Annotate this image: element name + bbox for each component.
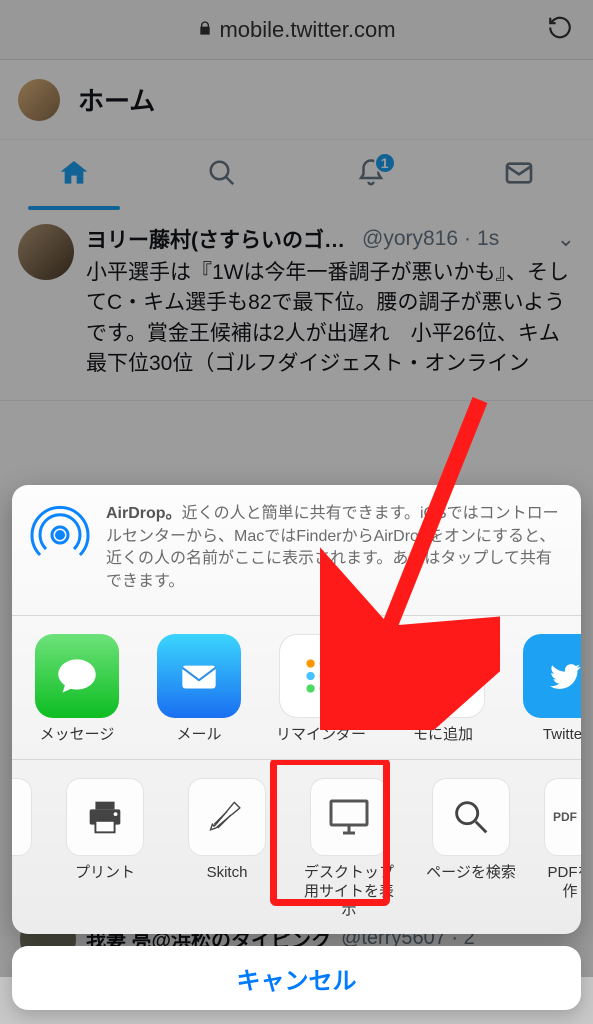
action-print[interactable]: プリント — [56, 778, 154, 920]
share-apps-row: メッセージ メール リマインダー — [12, 616, 581, 759]
airdrop-description: AirDrop。近くの人と簡単に共有できます。iOSではコントロールセンターから… — [106, 503, 565, 593]
reminders-icon — [279, 634, 363, 718]
search-icon — [432, 778, 510, 856]
printer-icon — [66, 778, 144, 856]
share-app-mail[interactable]: メール — [150, 634, 248, 745]
messages-icon — [35, 634, 119, 718]
mail-icon — [157, 634, 241, 718]
action-skitch[interactable]: Skitch — [178, 778, 276, 920]
twitter-icon — [523, 634, 581, 718]
ios-share-sheet: AirDrop。近くの人と簡単に共有できます。iOSではコントロールセンターから… — [12, 485, 581, 934]
share-app-notes[interactable]: モに追加 — [394, 634, 492, 745]
airdrop-icon — [28, 503, 92, 567]
pdf-icon: PDF — [544, 778, 581, 856]
share-actions-row: に プリント Skitch デスクトップ用サイトを表示 ページを検索 — [12, 760, 581, 934]
skitch-icon — [188, 778, 266, 856]
airdrop-section[interactable]: AirDrop。近くの人と簡単に共有できます。iOSではコントロールセンターから… — [12, 485, 581, 616]
notes-icon — [401, 634, 485, 718]
cancel-button[interactable]: キャンセル — [12, 946, 581, 1010]
annotation-highlight — [270, 760, 390, 906]
action-pdf[interactable]: PDF PDFを作 — [544, 778, 581, 920]
action-find-on-page[interactable]: ページを検索 — [422, 778, 520, 920]
share-app-twitter[interactable]: Twitter — [516, 634, 581, 745]
action-partial-left[interactable]: に — [12, 778, 32, 920]
share-app-messages[interactable]: メッセージ — [28, 634, 126, 745]
share-app-reminders[interactable]: リマインダー — [272, 634, 370, 745]
